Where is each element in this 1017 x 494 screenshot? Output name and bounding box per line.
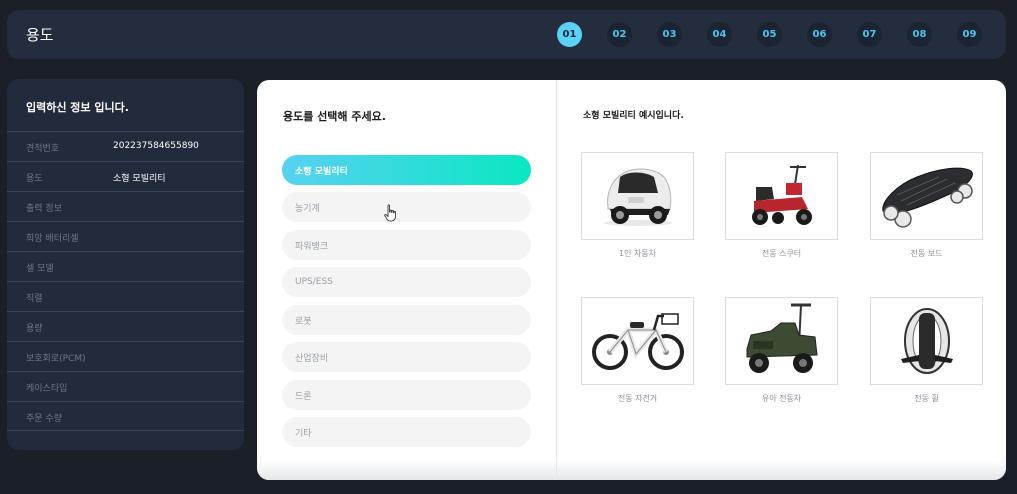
info-row-case-type: 케이스타입	[7, 371, 244, 401]
option-power-bank[interactable]: 파워뱅크	[282, 230, 531, 260]
electric-scooter-icon	[751, 164, 812, 225]
info-row-series: 직렬	[7, 281, 244, 311]
option-small-mobility[interactable]: 소형 모빌리티	[282, 155, 531, 185]
example-image-box	[870, 152, 983, 240]
example-image-box	[581, 297, 694, 385]
info-panel-title: 입력하신 정보 입니다.	[26, 101, 129, 114]
select-usage-heading: 용도를 선택해 주세요.	[283, 110, 386, 123]
info-row-pcm: 보호회로(PCM)	[7, 341, 244, 371]
kids-ride-on-car-icon	[746, 303, 818, 373]
card-bottom-shade	[257, 460, 1006, 480]
examples-heading: 소형 모빌리티 예시입니다.	[583, 111, 684, 121]
example-image-box	[725, 152, 838, 240]
example-electric-scooter: 전동 스쿠터	[725, 152, 838, 259]
option-industrial-equipment[interactable]: 산업장비	[282, 342, 531, 372]
hand-cursor-icon	[384, 204, 398, 222]
option-ups-ess[interactable]: UPS/ESS	[282, 267, 531, 297]
electric-skateboard-icon	[881, 167, 973, 228]
example-electric-wheel: 전동 휠	[870, 297, 983, 404]
entered-info-panel: 입력하신 정보 입니다. 견적번호 202237584655890 용도 소형 …	[7, 79, 244, 450]
info-row-cell-model: 셀 모델	[7, 251, 244, 281]
info-label: 용도	[26, 174, 43, 184]
example-label: 전동 스쿠터	[761, 249, 802, 258]
example-microcar: 1인 자동차	[581, 152, 694, 259]
electric-unicycle-icon	[900, 308, 953, 374]
step-01[interactable]: 01	[557, 22, 582, 47]
step-02[interactable]: 02	[607, 22, 632, 47]
info-label: 용량	[26, 324, 43, 334]
example-kids-ride-on-car: 유아 전동차	[725, 297, 838, 404]
step-08[interactable]: 08	[907, 22, 932, 47]
info-row-output: 출력 정보	[7, 191, 244, 221]
example-label: 유아 전동차	[761, 394, 802, 403]
microcar-icon	[603, 168, 672, 226]
info-label: 셀 모델	[26, 264, 54, 274]
example-image-box	[870, 297, 983, 385]
info-row-usage: 용도 소형 모빌리티	[7, 161, 244, 191]
option-robot[interactable]: 로봇	[282, 305, 531, 335]
info-label: 주문 수량	[26, 414, 62, 424]
example-image-box	[725, 297, 838, 385]
info-label: 희망 배터리셀	[26, 234, 79, 244]
option-drone[interactable]: 드론	[282, 380, 531, 410]
step-06[interactable]: 06	[807, 22, 832, 47]
info-label: 케이스타입	[26, 384, 68, 394]
step-04[interactable]: 04	[707, 22, 732, 47]
info-row-order-quantity: 주문 수량	[7, 401, 244, 431]
example-label: 전동 휠	[914, 394, 939, 403]
panel-divider	[556, 80, 557, 480]
step-header: 용도 01 02 03 04 05 06 07 08 09	[7, 10, 1006, 59]
option-other[interactable]: 기타	[282, 417, 531, 447]
step-05[interactable]: 05	[757, 22, 782, 47]
info-list: 견적번호 202237584655890 용도 소형 모빌리티 출력 정보 희망…	[7, 131, 244, 431]
example-image-box	[581, 152, 694, 240]
info-label: 직렬	[26, 294, 43, 304]
example-electric-board: 전동 보드	[870, 152, 983, 259]
example-electric-bicycle: 전동 자전거	[581, 297, 694, 404]
step-03[interactable]: 03	[657, 22, 682, 47]
info-row-capacity: 용량	[7, 311, 244, 341]
usage-selection-card: 용도를 선택해 주세요. 소형 모빌리티 농기계 파워뱅크 UPS/ESS 로봇…	[257, 80, 1006, 480]
example-label: 전동 자전거	[617, 394, 658, 403]
info-label: 견적번호	[26, 144, 60, 154]
info-label: 출력 정보	[26, 204, 62, 214]
step-07[interactable]: 07	[857, 22, 882, 47]
info-value: 소형 모빌리티	[113, 174, 166, 184]
info-row-battery-cell: 희망 배터리셀	[7, 221, 244, 251]
example-label: 전동 보드	[910, 249, 943, 258]
step-09[interactable]: 09	[957, 22, 982, 47]
electric-bicycle-icon	[591, 313, 684, 370]
info-label: 보호회로(PCM)	[26, 354, 86, 364]
option-agricultural-machinery[interactable]: 농기계	[282, 192, 531, 222]
page-title: 용도	[26, 26, 54, 44]
info-value: 202237584655890	[113, 141, 199, 151]
info-row-quote-number: 견적번호 202237584655890	[7, 131, 244, 161]
example-label: 1인 자동차	[618, 249, 657, 258]
